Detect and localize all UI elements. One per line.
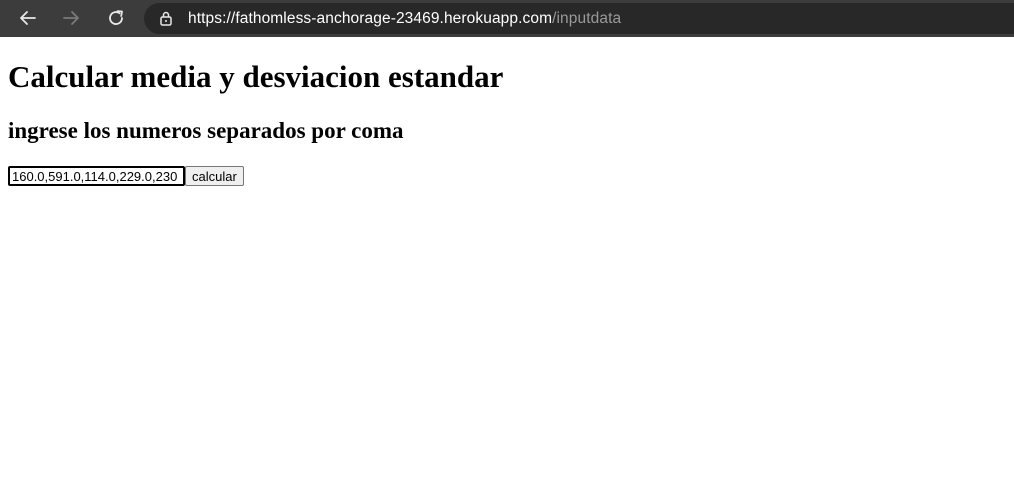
arrow-left-icon <box>20 11 36 25</box>
url-text[interactable]: https://fathomless-anchorage-23469.herok… <box>188 9 621 28</box>
numbers-input[interactable] <box>8 166 185 186</box>
arrow-right-icon <box>63 11 79 25</box>
reload-icon <box>109 10 123 25</box>
browser-toolbar: https://fathomless-anchorage-23469.herok… <box>0 0 1014 37</box>
url-path: /inputdata <box>552 10 622 27</box>
lock-icon[interactable] <box>158 10 174 26</box>
calcular-button[interactable]: calcular <box>185 166 244 186</box>
page-subtitle: ingrese los numeros separados por coma <box>8 118 404 143</box>
address-bar[interactable]: https://fathomless-anchorage-23469.herok… <box>144 3 1014 34</box>
url-host: https://fathomless-anchorage-23469.herok… <box>188 10 553 27</box>
forward-button[interactable] <box>59 6 83 30</box>
numbers-form: calcular <box>8 166 244 186</box>
reload-button[interactable] <box>104 6 128 30</box>
page-title: Calcular media y desviacion estandar <box>8 59 504 94</box>
back-button[interactable] <box>16 6 40 30</box>
